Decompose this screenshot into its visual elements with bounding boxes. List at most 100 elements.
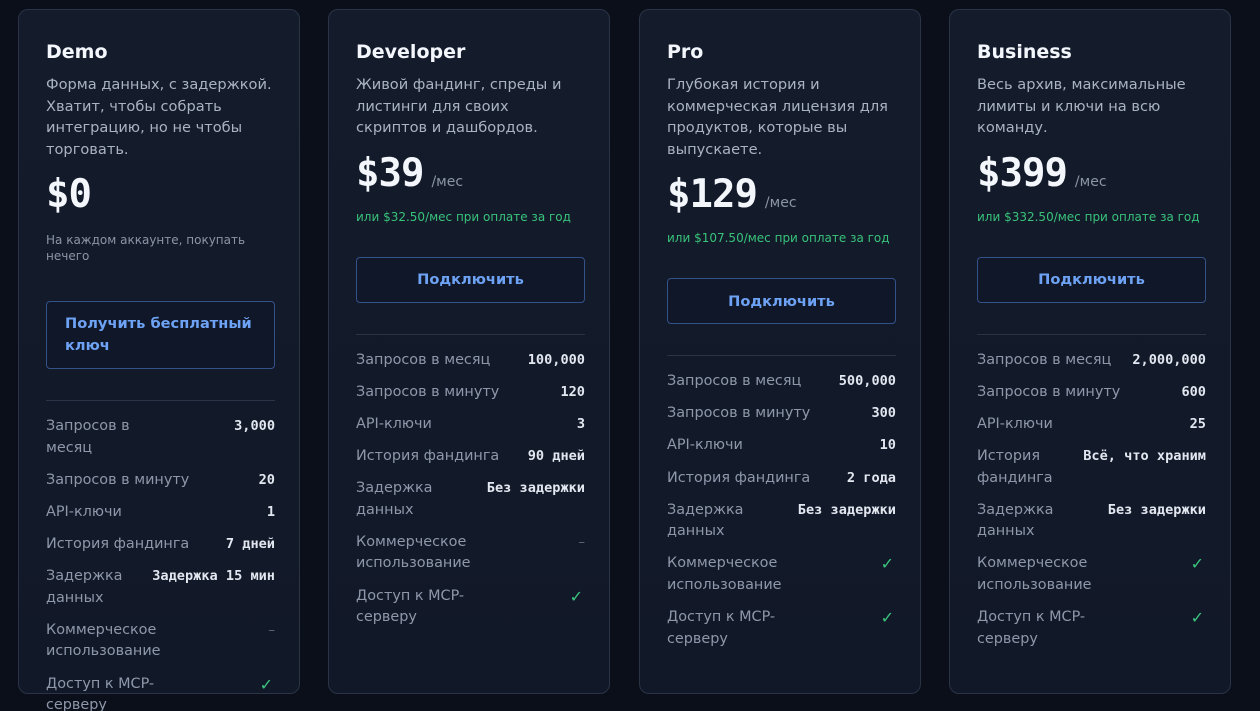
divider: [977, 333, 1206, 335]
feature-value: 2 года: [846, 469, 896, 486]
check-icon: ✓: [1190, 554, 1204, 574]
price-period: /мес: [764, 195, 797, 211]
annual-price-note: или $107.50/мес при оплате за год: [667, 231, 890, 245]
feature-row: Задержка данных Без задержки: [667, 500, 896, 543]
feature-row: Доступ к MCP-серверу ✓: [977, 607, 1206, 650]
feature-label: Доступ к MCP-серверу: [46, 675, 155, 711]
feature-list: Запросов в месяц 3,000 Запросов в минуту 2…: [46, 416, 275, 711]
feature-label: Задержка данных: [356, 480, 433, 518]
check-icon: ✓: [880, 554, 894, 574]
price-row: $0: [46, 172, 273, 222]
divider: [667, 355, 896, 356]
plan-card-demo: Demo Форма данных, с задержкой. Хватит, …: [18, 9, 300, 711]
feature-row: API-ключи 10: [667, 435, 896, 457]
feature-value: 300: [871, 405, 896, 422]
feature-value: 2,000,000: [1132, 351, 1206, 368]
plan-price: $39: [356, 150, 424, 196]
feature-label: API-ключи: [46, 503, 122, 520]
feature-row: Запросов в месяц 500,000: [667, 371, 896, 393]
feature-label: Доступ к MCP-серверу: [667, 609, 776, 647]
plan-card-business: Business Весь архив, максимальные лимиты…: [949, 9, 1231, 694]
subscribe-button[interactable]: Подключить: [356, 256, 585, 303]
plan-description: Живой фандинг, спреды и листинги для сво…: [356, 76, 562, 136]
plan-card-developer: Developer Живой фандинг, спреды и листин…: [328, 9, 610, 694]
feature-row: Запросов в месяц 2,000,000: [977, 350, 1206, 372]
feature-label: Коммерческое использование: [46, 621, 161, 660]
plan-price: $399: [977, 150, 1068, 196]
plan-name: Demo: [46, 41, 108, 63]
feature-label: Запросов в минуту: [46, 471, 190, 488]
feature-value: Без задержки: [797, 501, 896, 518]
feature-row: Коммерческое использование ✓: [977, 553, 1206, 596]
price-row: $39 /мес: [356, 151, 583, 201]
feature-row: Запросов в минуту 120: [356, 382, 585, 404]
feature-row: API-ключи 1: [46, 502, 275, 524]
feature-value: 100,000: [527, 351, 585, 368]
plan-description: Весь архив, максимальные лимиты и ключи …: [977, 76, 1186, 136]
feature-value: 600: [1181, 383, 1206, 400]
feature-label: Задержка данных: [667, 501, 744, 540]
price-row: $399 /мес: [977, 151, 1204, 201]
feature-row: API-ключи 3: [356, 414, 585, 436]
subscribe-button[interactable]: Подключить: [977, 256, 1206, 303]
feature-value: 25: [1189, 415, 1206, 432]
feature-list: Запросов в месяц 500,000 Запросов в минут…: [667, 371, 896, 650]
check-icon: ✓: [569, 586, 583, 606]
feature-value: Без задержки: [1107, 501, 1206, 518]
feature-label: Коммерческое использование: [667, 555, 782, 593]
feature-label: Задержка данных: [46, 568, 123, 606]
feature-label: Запросов в месяц: [977, 351, 1112, 368]
feature-value: 20: [258, 471, 275, 488]
feature-row: Запросов в месяц 3,000: [46, 416, 275, 459]
feature-label: Коммерческое использование: [356, 533, 471, 572]
pricing-plans: Demo Форма данных, с задержкой. Хватит, …: [0, 0, 1260, 711]
feature-row: Доступ к MCP-серверу ✓: [667, 607, 896, 650]
feature-label: Запросов в месяц: [667, 373, 802, 389]
annual-price-note: или $32.50/мес при оплате за год: [356, 209, 571, 224]
feature-row: Запросов в минуту 300: [667, 403, 896, 425]
feature-label: Запросов в минуту: [977, 383, 1121, 400]
check-icon: ✓: [259, 674, 273, 694]
feature-label: Запросов в месяц: [356, 351, 491, 368]
feature-label: Задержка данных: [977, 501, 1054, 540]
feature-row: Коммерческое использование –: [46, 620, 275, 663]
get-free-key-button[interactable]: Получить бесплатный ключ: [46, 301, 275, 369]
dash-icon: –: [268, 621, 275, 638]
feature-value: Задержка 15 мин: [152, 568, 275, 585]
feature-value: 120: [560, 383, 585, 400]
plan-name: Business: [977, 41, 1072, 63]
plan-description: Глубокая история и коммерческая лицензия…: [667, 76, 888, 158]
feature-value: 7 дней: [225, 536, 275, 553]
feature-value: 90 дней: [527, 448, 585, 465]
price-note: На каждом аккаунте, покупать нечего: [46, 233, 246, 263]
feature-label: Запросов в минуту: [667, 405, 811, 422]
plan-name: Pro: [667, 41, 704, 63]
dash-icon: –: [578, 533, 585, 550]
feature-row: Запросов в месяц 100,000: [356, 350, 585, 372]
feature-label: Запросов в месяц: [46, 418, 130, 456]
feature-label: Коммерческое использование: [977, 555, 1092, 593]
feature-list: Запросов в месяц 100,000 Запросов в минут…: [356, 350, 585, 629]
feature-row: Доступ к MCP-серверу ✓: [356, 586, 585, 629]
feature-list: Запросов в месяц 2,000,000 Запросов в мин…: [977, 350, 1206, 651]
feature-label: API-ключи: [356, 415, 432, 432]
check-icon: ✓: [880, 608, 894, 628]
price-period: /мес: [1074, 173, 1107, 190]
feature-value: 3,000: [234, 418, 275, 434]
price-row: $129 /мес: [667, 172, 894, 222]
feature-label: История фандинга: [356, 448, 500, 465]
feature-label: История фандинга: [46, 536, 190, 553]
feature-label: Доступ к MCP-серверу: [356, 587, 465, 626]
feature-row: История фандинга 2 года: [667, 468, 896, 490]
feature-row: API-ключи 25: [977, 414, 1206, 436]
feature-value: 500,000: [838, 373, 896, 389]
feature-value: 3: [576, 415, 585, 432]
feature-value: 1: [266, 503, 275, 520]
annual-price-note: или $332.50/мес при оплате за год: [977, 209, 1200, 224]
feature-row: История фандинга 7 дней: [46, 534, 275, 556]
plan-card-pro: Pro Глубокая история и коммерческая лице…: [639, 9, 921, 694]
feature-label: История фандинга: [977, 448, 1053, 486]
feature-row: Запросов в минуту 20: [46, 470, 275, 492]
subscribe-button[interactable]: Подключить: [667, 278, 896, 324]
feature-row: Коммерческое использование ✓: [667, 553, 896, 596]
